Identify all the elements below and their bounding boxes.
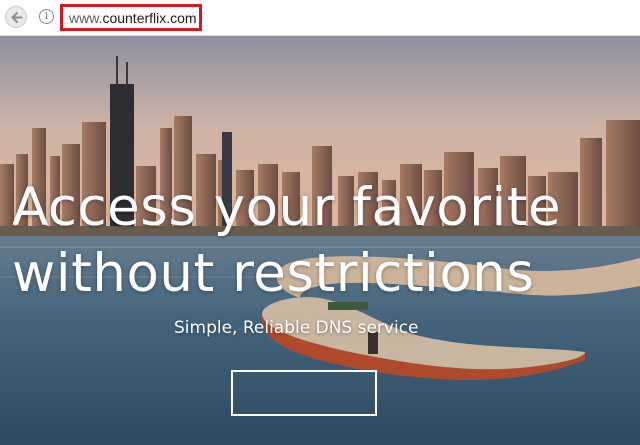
url-prefix: www. <box>69 10 103 26</box>
back-arrow-icon <box>11 12 23 23</box>
headline-line-1: Access your favorite <box>12 177 562 238</box>
cta-button[interactable] <box>231 370 377 416</box>
hero-headline: Access your favorite without restrictions <box>12 175 632 307</box>
address-bar[interactable]: www.counterflix.com <box>60 4 202 31</box>
info-icon[interactable]: i <box>39 9 54 24</box>
browser-toolbar: i www.counterflix.com <box>0 0 640 36</box>
url-text[interactable]: www.counterflix.com <box>69 10 197 26</box>
headline-line-2: without restrictions <box>12 243 535 304</box>
back-button[interactable] <box>5 6 27 28</box>
hero-subheadline: Simple, Reliable DNS service <box>174 318 419 338</box>
hero-section: Access your favorite without restrictions… <box>0 36 640 445</box>
url-domain: counterflix.com <box>102 10 197 26</box>
